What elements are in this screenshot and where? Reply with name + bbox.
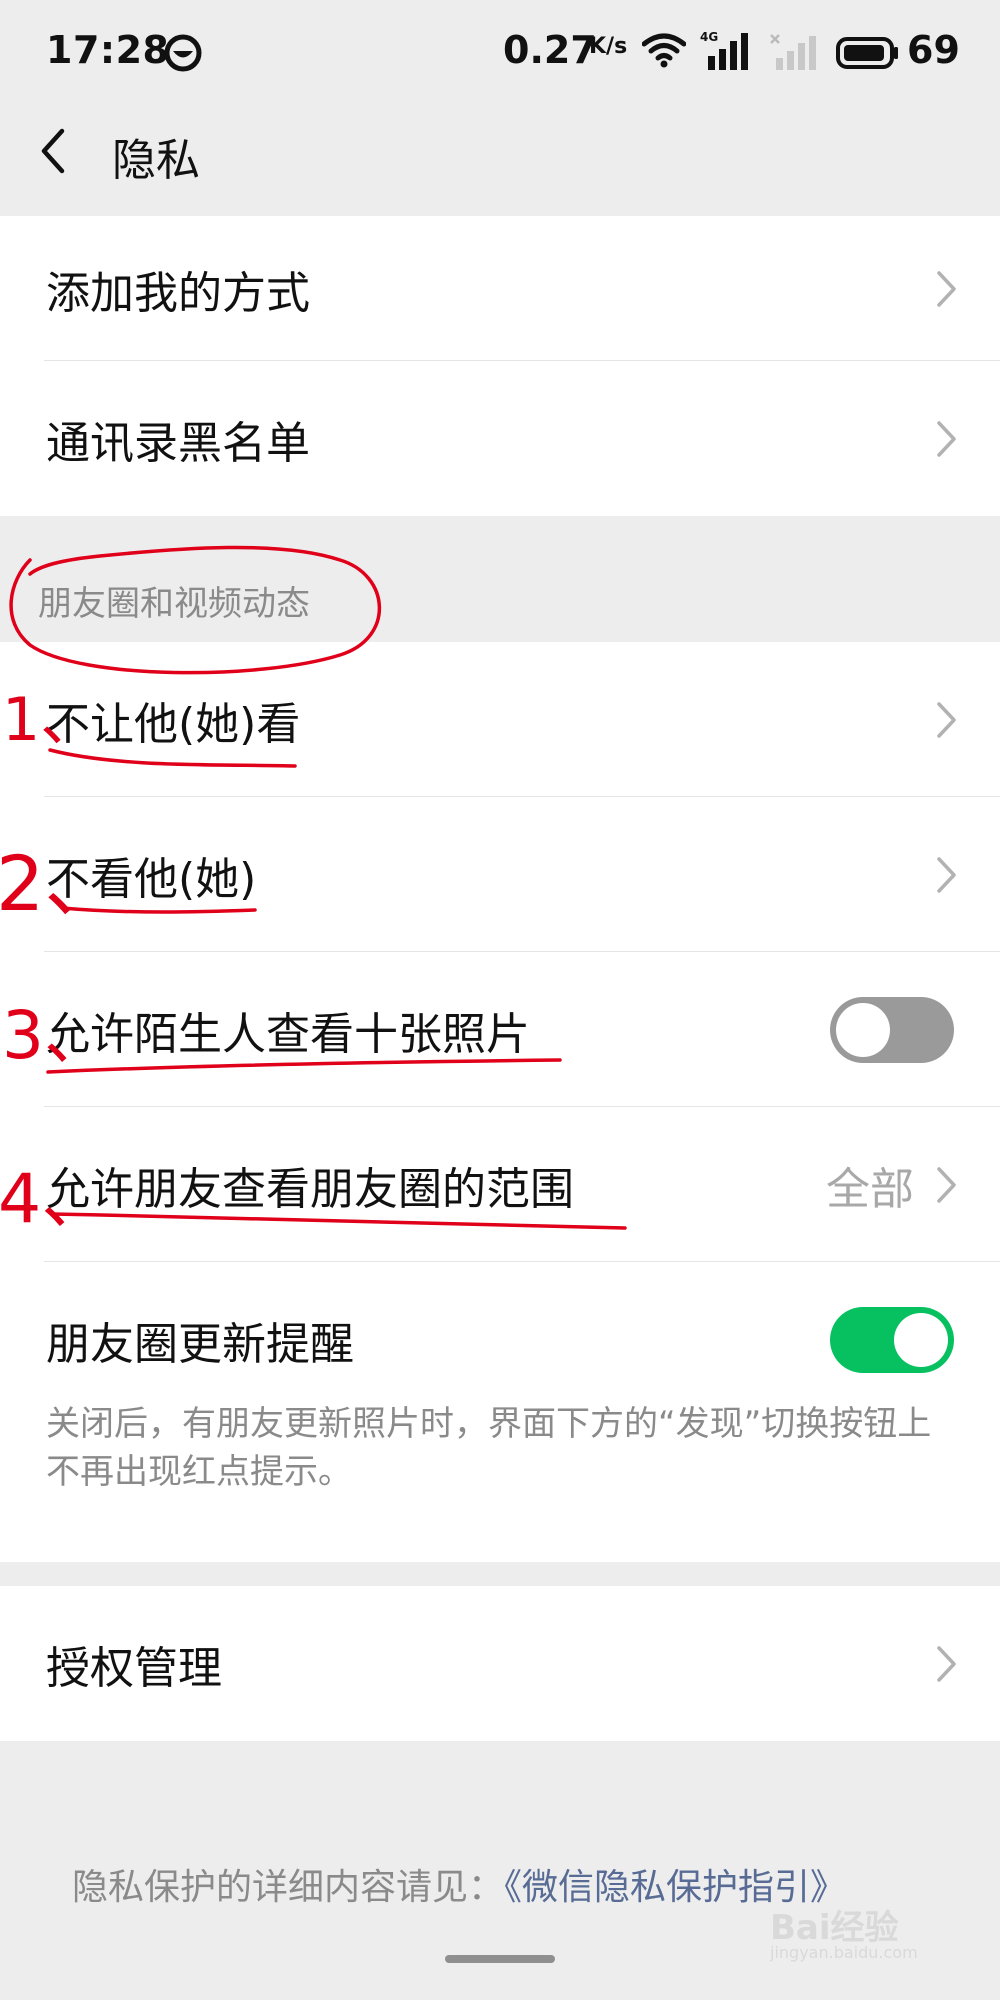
strangers-photos-toggle[interactable]	[830, 997, 954, 1063]
moments-reminder-description: 关闭后，有朋友更新照片时，界面下方的“发现”切换按钮上不再出现红点提示。	[46, 1404, 932, 1492]
row-label: 允许陌生人查看十张照片	[46, 1008, 530, 1060]
row-value: 全部	[826, 1163, 914, 1215]
chevron-right-icon	[937, 856, 956, 893]
cell-signal-4g-icon: 4G	[700, 30, 748, 70]
battery-icon	[836, 37, 898, 69]
watermark-sub: jingyan.baidu.com	[770, 1943, 918, 1962]
home-indicator[interactable]	[445, 1955, 555, 1963]
battery-level: 69	[907, 28, 960, 72]
chevron-right-icon	[937, 270, 956, 307]
row-moments-visible-range[interactable]: 允许朋友查看朋友圈的范围 全部	[0, 1107, 1000, 1262]
row-contacts-blacklist[interactable]: 通讯录黑名单	[0, 361, 1000, 516]
settings-group-contacts: 添加我的方式 通讯录黑名单	[0, 216, 1000, 516]
chevron-right-icon	[937, 420, 956, 457]
row-strangers-ten-photos: 允许陌生人查看十张照片	[0, 952, 1000, 1107]
row-label: 不让他(她)看	[46, 698, 301, 750]
status-time: 17:28	[46, 28, 170, 72]
page-title: 隐私	[112, 135, 200, 186]
app-notification-icon	[164, 34, 202, 72]
row-hide-their-moments[interactable]: 不看他(她)	[0, 797, 1000, 952]
settings-group-auth: 授权管理	[0, 1586, 1000, 1741]
back-arrow-icon[interactable]	[36, 127, 72, 175]
status-bar: 17:28 0.27 K/s 4G 69	[0, 0, 1000, 106]
privacy-footer: 隐私保护的详细内容请见：《微信隐私保护指引》	[72, 1858, 846, 1910]
network-type-label: 4G	[700, 30, 718, 44]
network-speed: 0.27	[503, 28, 597, 72]
row-moments-update-reminder: 朋友圈更新提醒	[0, 1262, 1000, 1417]
toggle-knob	[836, 1003, 890, 1057]
cell-signal-empty-icon	[770, 34, 816, 70]
toggle-knob	[894, 1313, 948, 1367]
row-label: 通讯录黑名单	[46, 417, 310, 469]
watermark-text: Bai经验	[770, 1908, 899, 1948]
footer-text: 隐私保护的详细内容请见：	[72, 1867, 505, 1908]
row-label: 授权管理	[46, 1642, 222, 1694]
chevron-right-icon	[937, 1645, 956, 1682]
row-hide-my-moments[interactable]: 不让他(她)看	[0, 642, 1000, 797]
network-speed-unit: K/s	[589, 34, 628, 59]
section-header-moments: 朋友圈和视频动态	[38, 584, 310, 624]
chevron-right-icon	[937, 1166, 956, 1203]
row-label: 添加我的方式	[46, 267, 310, 319]
chevron-right-icon	[937, 701, 956, 738]
row-add-me-methods[interactable]: 添加我的方式	[0, 216, 1000, 361]
row-label: 朋友圈更新提醒	[46, 1318, 354, 1370]
moments-reminder-toggle[interactable]	[830, 1307, 954, 1373]
baidu-watermark: Bai经验 jingyan.baidu.com	[770, 1900, 970, 1962]
row-label: 不看他(她)	[46, 853, 257, 905]
row-authorization-management[interactable]: 授权管理	[0, 1586, 1000, 1741]
row-label: 允许朋友查看朋友圈的范围	[46, 1163, 574, 1215]
wifi-icon	[642, 33, 686, 68]
